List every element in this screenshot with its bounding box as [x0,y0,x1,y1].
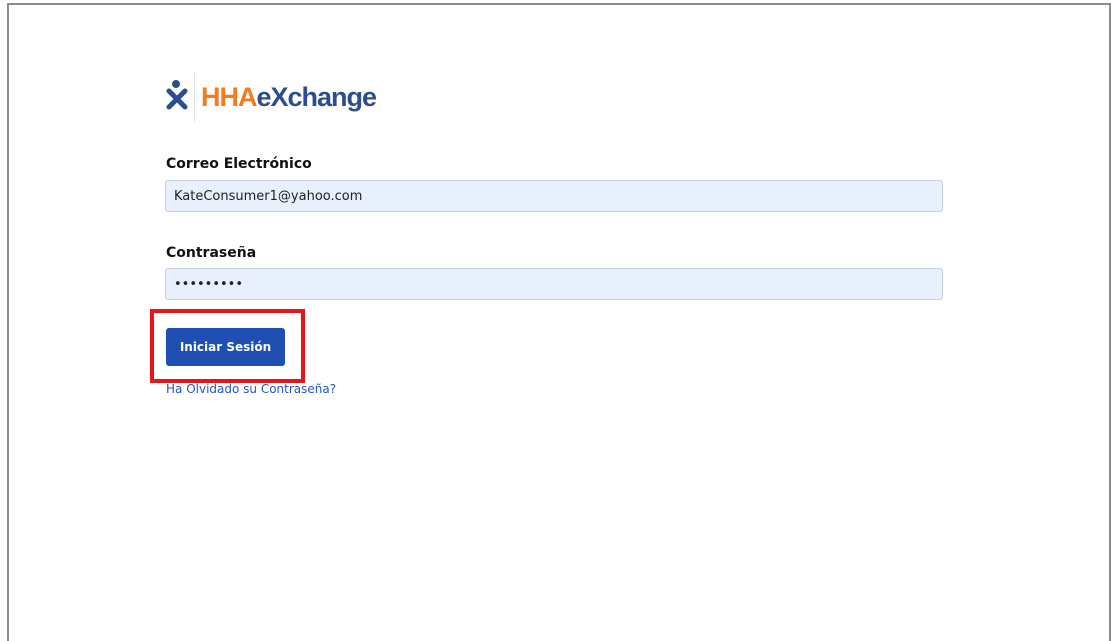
login-button[interactable]: Iniciar Sesión [166,328,285,366]
logo-exchange-text: eXchange [256,81,378,112]
logo-divider [194,72,195,122]
logo-wordmark: HHAeXchange [201,81,378,112]
forgot-password-link[interactable]: Ha Olvidado su Contraseña? [166,382,336,396]
logo-hha-text: HHA [201,81,257,112]
password-field[interactable] [165,268,943,300]
email-field[interactable] [165,180,943,212]
password-label: Contraseña [166,245,257,261]
hhaexchange-logo: HHAeXchange [166,72,378,122]
email-label: Correo Electrónico [166,156,312,172]
person-x-icon [166,79,188,115]
